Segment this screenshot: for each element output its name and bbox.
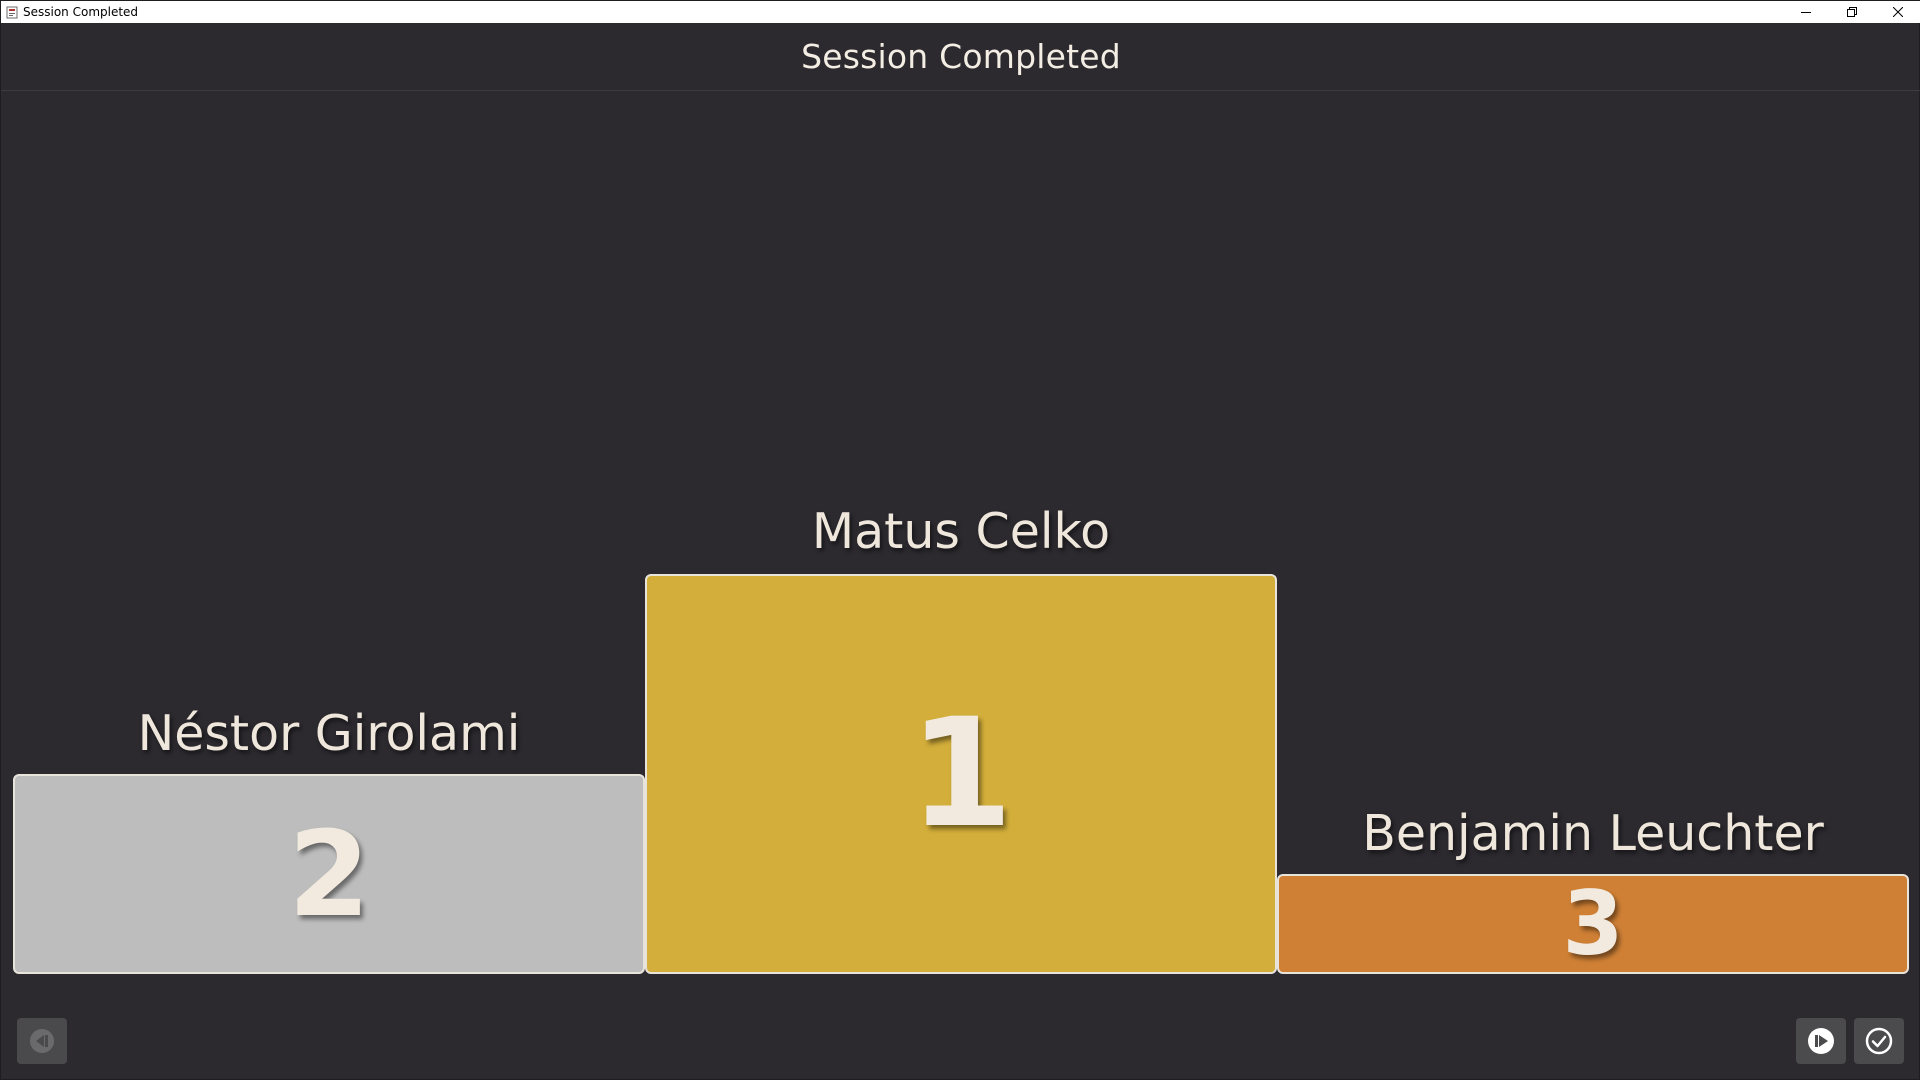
- next-button[interactable]: [1796, 1018, 1846, 1064]
- third-place-name: Benjamin Leuchter: [1362, 805, 1824, 862]
- window-title: Session Completed: [23, 5, 139, 19]
- first-place-rank: 1: [908, 687, 1014, 861]
- page-header: Session Completed: [1, 23, 1920, 91]
- first-place-name: Matus Celko: [811, 503, 1111, 560]
- page-title: Session Completed: [801, 37, 1121, 76]
- title-bar: Session Completed: [1, 1, 1920, 23]
- second-place-rank: 2: [287, 805, 371, 943]
- play-next-icon: [1808, 1028, 1834, 1054]
- close-icon: [1893, 7, 1903, 17]
- previous-icon: [30, 1029, 54, 1053]
- confirm-button[interactable]: [1854, 1018, 1904, 1064]
- check-circle-icon: [1865, 1027, 1893, 1055]
- third-place-block: 3: [1277, 874, 1909, 974]
- app-window: Session Completed Session Completed Matu…: [0, 0, 1920, 1080]
- restore-button[interactable]: [1829, 1, 1875, 23]
- window-controls: [1783, 1, 1920, 23]
- minimize-button[interactable]: [1783, 1, 1829, 23]
- second-place-block: 2: [13, 774, 645, 974]
- close-button[interactable]: [1875, 1, 1920, 23]
- third-place-rank: 3: [1562, 872, 1624, 975]
- first-place-block: 1: [645, 574, 1277, 974]
- app-icon: [5, 5, 19, 19]
- minimize-icon: [1801, 12, 1811, 13]
- second-place-name: Néstor Girolami: [137, 705, 521, 762]
- previous-button[interactable]: [17, 1018, 67, 1064]
- restore-icon: [1847, 7, 1857, 17]
